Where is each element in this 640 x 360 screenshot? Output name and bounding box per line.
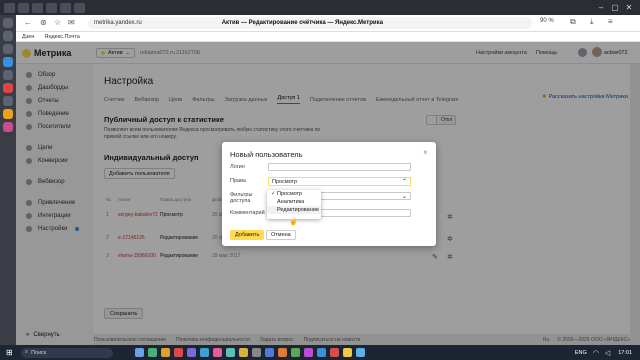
taskbar-app-icon[interactable] [277, 348, 287, 357]
dropdown-option-edit[interactable]: Редактирование [267, 206, 321, 214]
minimize-icon[interactable]: – [594, 3, 608, 12]
modal-title: Новый пользователь [230, 150, 303, 159]
url-input[interactable]: metrika.yandex.ru Актив — Редактирование… [88, 17, 532, 29]
taskbar-app-icon[interactable] [238, 348, 248, 357]
bookmarks-bar: Дзен Яндекс.Почта [16, 32, 640, 42]
filters-label: Фильтры доступа [230, 192, 253, 204]
pinned-tab[interactable] [4, 2, 15, 13]
rights-select[interactable]: Просмотр ⌃ [268, 177, 411, 186]
cancel-button[interactable]: Отмена [266, 230, 296, 240]
login-input[interactable] [268, 163, 411, 171]
taskbar-app-icon[interactable] [199, 348, 209, 357]
bookmark-dzen[interactable]: Дзен [22, 34, 34, 40]
rights-value: Просмотр [272, 178, 298, 185]
taskbar-app-icon[interactable] [316, 348, 326, 357]
sidebar-app-icon[interactable] [3, 70, 13, 80]
cancel-button-label: Отмена [271, 232, 291, 238]
option-label: Просмотр [277, 191, 303, 197]
add-button-label: Добавить [235, 232, 260, 238]
taskbar-app-icon[interactable] [134, 348, 144, 357]
taskbar-app-icon[interactable] [173, 348, 183, 357]
taskbar-app-icon[interactable] [212, 348, 222, 357]
clock[interactable]: 17:01 [618, 350, 632, 356]
address-bar-row: ← ⊛ ☆ ✉ metrika.yandex.ru Актив — Редакт… [0, 15, 640, 32]
sidebar-app-icon[interactable] [3, 18, 13, 28]
youtube-icon[interactable] [3, 83, 13, 93]
mail-icon[interactable]: ✉ [68, 18, 75, 27]
dropdown-option-analytics[interactable]: Аналитика [267, 198, 321, 206]
option-label: Аналитика [277, 199, 305, 205]
url-text: metrika.yandex.ru [94, 20, 142, 26]
mouse-cursor-icon: ☝ [289, 219, 298, 226]
taskbar-app-icon[interactable] [225, 348, 235, 357]
taskbar-app-icon[interactable] [290, 348, 300, 357]
search-label: Поиск [31, 349, 47, 356]
pinned-tab[interactable] [18, 2, 29, 13]
wifi-icon[interactable]: ◠ [593, 349, 599, 357]
taskbar-app-icon[interactable] [355, 348, 365, 357]
add-button[interactable]: Добавить [230, 230, 265, 240]
pinned-tab[interactable] [74, 2, 85, 13]
pinned-tab[interactable] [60, 2, 71, 13]
security-icon[interactable]: ⊛ [40, 18, 47, 27]
pinned-tabs [4, 2, 85, 13]
taskbar-apps [134, 348, 369, 357]
dropdown-option-view[interactable]: ✓ Просмотр [267, 190, 321, 198]
taskbar-app-icon[interactable] [160, 348, 170, 357]
browser-tab-strip: – ▢ ✕ [0, 0, 640, 15]
sidebar-app-icon[interactable] [3, 57, 13, 67]
bookmark-mail[interactable]: Яндекс.Почта [44, 34, 79, 40]
window-controls: – ▢ ✕ [594, 3, 636, 12]
taskbar-app-icon[interactable] [251, 348, 261, 357]
page-title: Актив — Редактирование счётчика — Яндекс… [221, 20, 383, 26]
sidebar-app-icon[interactable] [3, 109, 13, 119]
new-user-modal: Новый пользователь × Логин Права Просмот… [222, 142, 436, 246]
keyboard-language[interactable]: ENG [575, 350, 587, 356]
download-icon[interactable]: ⤓ [590, 17, 594, 27]
maximize-icon[interactable]: ▢ [608, 3, 622, 12]
bookmark-icon[interactable]: ☆ [54, 18, 61, 27]
search-icon: ⌕ [24, 349, 29, 355]
windows-start-icon[interactable]: ⊞ [6, 348, 13, 357]
chevron-down-icon: ⌄ [401, 193, 407, 200]
pinned-tab[interactable] [32, 2, 43, 13]
chevron-up-icon: ⌃ [401, 179, 407, 185]
taskbar-app-icon[interactable] [264, 348, 274, 357]
pinned-tab[interactable] [46, 2, 57, 13]
close-icon[interactable]: × [423, 148, 428, 157]
rights-dropdown: ✓ Просмотр Аналитика Редактирование [267, 190, 321, 219]
sidebar-app-icon[interactable] [3, 122, 13, 132]
taskbar-app-icon[interactable] [329, 348, 339, 357]
sidebar-app-icon[interactable] [3, 31, 13, 41]
extensions-icon[interactable]: ⧉ [570, 17, 576, 27]
menu-icon[interactable]: ≡ [608, 17, 613, 26]
taskbar-app-icon[interactable] [147, 348, 157, 357]
taskbar-search[interactable]: ⌕ Поиск [20, 347, 113, 358]
taskbar-app-icon[interactable] [186, 348, 196, 357]
option-label: Редактирование [277, 207, 319, 213]
os-taskbar: ⊞ ⌕ Поиск ENG ◠ ◁ 17:01 [0, 345, 640, 360]
rights-label: Права [230, 178, 246, 184]
login-label: Логин [230, 164, 245, 170]
taskbar-app-icon[interactable] [303, 348, 313, 357]
zoom-level[interactable]: 90 % [540, 18, 554, 24]
back-icon[interactable]: ← [24, 18, 32, 27]
browser-sidebar [0, 15, 16, 345]
sidebar-app-icon[interactable] [3, 96, 13, 106]
sidebar-app-icon[interactable] [3, 44, 13, 54]
volume-icon[interactable]: ◁ [605, 349, 610, 357]
close-window-icon[interactable]: ✕ [622, 3, 636, 12]
taskbar-app-icon[interactable] [342, 348, 352, 357]
comment-label: Комментарий [230, 210, 265, 216]
